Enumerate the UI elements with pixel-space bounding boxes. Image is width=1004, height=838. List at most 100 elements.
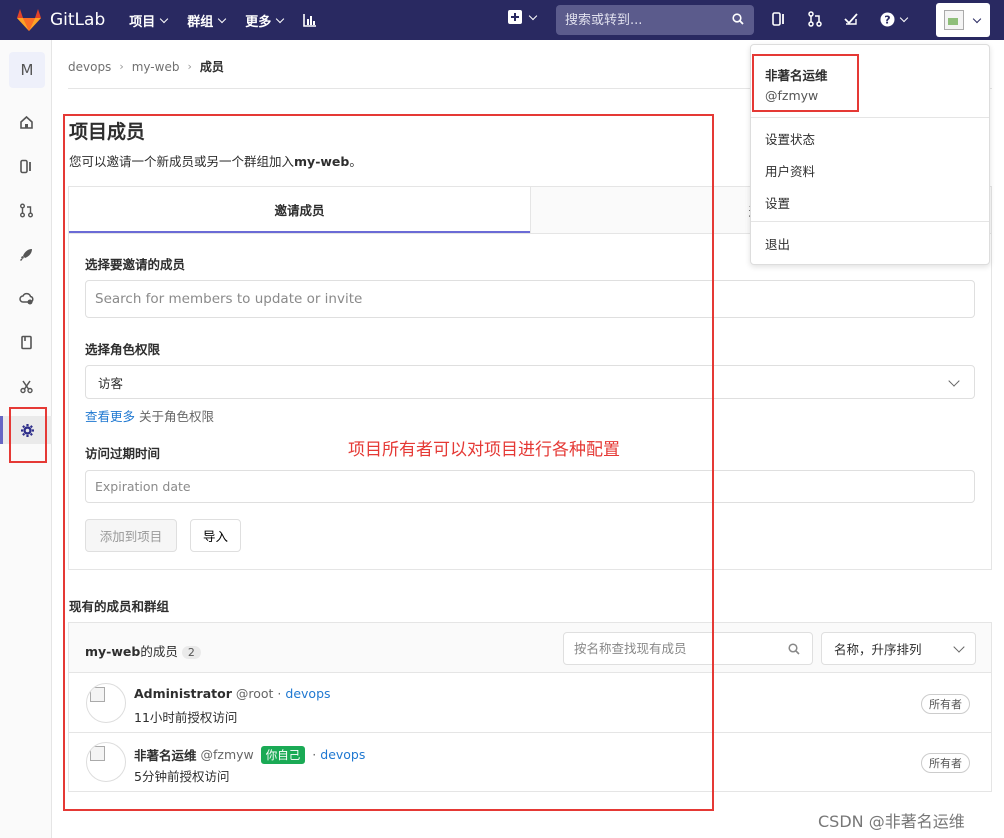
project-avatar[interactable]: M [9, 52, 45, 88]
expiry-date-field [85, 470, 975, 503]
chevron-down-icon [899, 13, 909, 22]
nav-more-label: 更多 [245, 14, 272, 30]
role-select[interactable]: 访客 [85, 365, 975, 399]
dropdown-item-settings[interactable]: 设置 [765, 193, 790, 212]
new-item-dropdown[interactable] [508, 10, 538, 24]
avatar[interactable] [86, 742, 126, 782]
members-header: my-web的成员2 名称，升序排列 [69, 623, 991, 673]
member-name[interactable]: Administrator [134, 686, 232, 701]
breadcrumb-project[interactable]: my-web [132, 60, 180, 74]
member-username: @root [235, 686, 274, 701]
role-help-link[interactable]: 查看更多 [85, 409, 135, 424]
sidebar-item-snippets[interactable] [0, 372, 52, 400]
member-separator: · [277, 686, 282, 701]
member-granted-time: 11小时前授权访问 [134, 710, 238, 725]
breadcrumb-current[interactable]: 成员 [200, 58, 224, 75]
issues-icon [19, 159, 31, 173]
page-subtitle: 您可以邀请一个新成员或另一个群组加入my-web。 [69, 151, 362, 170]
nav-projects[interactable]: 项目 [129, 11, 169, 30]
cloud-gear-icon [18, 292, 34, 304]
nav-more[interactable]: 更多 [245, 11, 285, 30]
global-search [556, 5, 754, 35]
rocket-icon [19, 248, 32, 261]
member-group-link[interactable]: devops [285, 686, 330, 701]
sidebar-item-home[interactable] [0, 108, 52, 136]
nav-groups-label: 群组 [187, 14, 214, 30]
member-name[interactable]: 非著名运维 [134, 745, 197, 764]
issues-icon[interactable] [772, 11, 786, 27]
search-icon[interactable] [788, 643, 800, 655]
dropdown-item-profile[interactable]: 用户资料 [765, 161, 815, 180]
chevron-down-icon [953, 641, 965, 653]
activity-chart-icon[interactable] [303, 13, 317, 27]
member-filter-input[interactable] [574, 641, 774, 656]
member-row: Administrator @root · devops 11小时前授权访问 所… [69, 674, 991, 733]
members-header-suffix: 的成员 [140, 644, 178, 659]
todo-check-icon[interactable] [844, 12, 858, 26]
chevron-down-icon [948, 374, 960, 387]
search-input[interactable] [565, 12, 725, 28]
merge-request-icon [19, 203, 33, 217]
sidebar-item-merge-requests[interactable] [0, 196, 52, 224]
gitlab-fox-icon [17, 9, 41, 31]
member-group-link[interactable]: devops [320, 747, 365, 762]
breadcrumb: devops › my-web › 成员 [68, 58, 224, 75]
merge-requests-icon[interactable] [808, 11, 822, 27]
top-navbar: GitLab 项目 群组 更多 ? [0, 0, 1004, 40]
role-select-value: 访客 [98, 375, 124, 391]
members-section-title: 现有的成员和群组 [69, 599, 170, 614]
sidebar-item-settings[interactable] [0, 416, 52, 444]
member-row: 非著名运维 @fzmyw 你自己 · devops 5分钟前授权访问 所有者 [69, 733, 991, 792]
member-separator: · [312, 747, 317, 762]
members-header-project: my-web [85, 644, 141, 659]
sort-select-value: 名称，升序排列 [834, 642, 922, 657]
page-title: 项目成员 [69, 121, 146, 143]
role-badge: 所有者 [921, 694, 970, 714]
add-to-project-button[interactable]: 添加到项目 [85, 519, 177, 552]
avatar[interactable] [86, 683, 126, 723]
avatar [944, 10, 964, 30]
member-search-input[interactable] [95, 291, 965, 307]
chevron-down-icon [160, 14, 169, 23]
sidebar-item-issues[interactable] [0, 152, 52, 180]
book-icon [20, 335, 32, 349]
tab-invite-member[interactable]: 邀请成员 [69, 187, 530, 233]
dropdown-item-sign-out[interactable]: 退出 [765, 234, 790, 253]
members-header-title: my-web的成员 2 [85, 641, 201, 660]
user-avatar-button[interactable] [936, 3, 990, 37]
dropdown-divider [751, 117, 989, 118]
chevron-down-icon [972, 14, 982, 23]
dropdown-user-name[interactable]: 非著名运维 [765, 65, 828, 84]
help-icon[interactable]: ? [880, 12, 909, 27]
dropdown-item-set-status[interactable]: 设置状态 [765, 129, 815, 148]
sidebar-item-wiki[interactable] [0, 328, 52, 356]
breadcrumb-group[interactable]: devops [68, 60, 111, 74]
main-nav: 项目 群组 更多 [129, 11, 317, 30]
dropdown-divider [751, 221, 989, 222]
member-count-badge: 2 [181, 646, 201, 659]
member-info: Administrator @root · devops [134, 686, 331, 701]
top-right-icons: ? [772, 11, 909, 27]
member-filter [563, 632, 813, 665]
sidebar-item-ci-cd[interactable] [0, 240, 52, 268]
chevron-right-icon: › [187, 60, 192, 73]
dropdown-username: @fzmyw [765, 88, 819, 103]
user-dropdown-menu: 非著名运维 @fzmyw 设置状态 用户资料 设置 退出 [750, 44, 990, 265]
role-help-text: 关于角色权限 [135, 409, 214, 424]
member-select-label: 选择要邀请的成员 [85, 257, 186, 272]
expiry-label: 访问过期时间 [85, 446, 161, 461]
gitlab-logo[interactable]: GitLab [16, 8, 105, 32]
member-granted-time: 5分钟前授权访问 [134, 769, 230, 784]
nav-projects-label: 项目 [129, 14, 156, 30]
member-sort-select[interactable]: 名称，升序排列 [821, 632, 976, 665]
member-search-field [85, 280, 975, 318]
subtitle-suffix: 。 [349, 154, 362, 169]
sidebar-item-operations[interactable] [0, 284, 52, 312]
nav-groups[interactable]: 群组 [187, 11, 227, 30]
chevron-down-icon [528, 11, 538, 20]
scissors-icon [19, 380, 33, 393]
import-button[interactable]: 导入 [190, 519, 241, 552]
subtitle-project: my-web [294, 154, 350, 169]
svg-text:?: ? [884, 13, 890, 26]
expiry-date-input[interactable] [95, 479, 965, 494]
